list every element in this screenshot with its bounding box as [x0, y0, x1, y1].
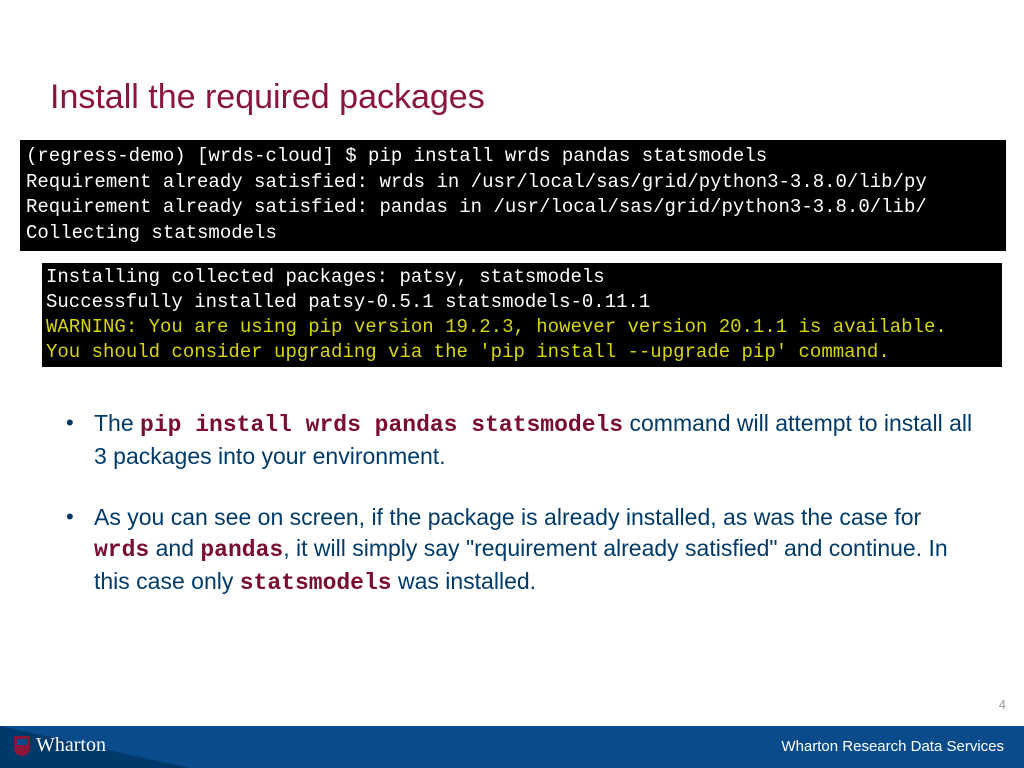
bullet-text: As you can see on screen, if the package…: [94, 504, 921, 530]
page-number: 4: [999, 697, 1006, 712]
terminal-warning-line: WARNING: You are using pip version 19.2.…: [46, 315, 998, 340]
terminal-line: Requirement already satisfied: pandas in…: [26, 195, 1000, 221]
inline-code: pandas: [200, 537, 283, 563]
footer-brand: Wharton: [14, 734, 106, 757]
bullet-text: The: [94, 410, 140, 436]
terminal-line: Installing collected packages: patsy, st…: [46, 265, 998, 290]
terminal-output-2: Installing collected packages: patsy, st…: [42, 263, 1002, 367]
terminal-warning-line: You should consider upgrading via the 'p…: [46, 340, 998, 365]
bullet-text: was installed.: [392, 568, 536, 594]
terminal-line: (regress-demo) [wrds-cloud] $ pip instal…: [26, 144, 1000, 170]
terminal-output-1: (regress-demo) [wrds-cloud] $ pip instal…: [20, 140, 1006, 251]
bullet-text: and: [149, 535, 200, 561]
footer-service-text: Wharton Research Data Services: [781, 738, 1004, 755]
inline-code: statsmodels: [240, 570, 392, 596]
bullet-item: As you can see on screen, if the package…: [66, 502, 976, 599]
bullet-list: The pip install wrds pandas statsmodels …: [66, 408, 976, 629]
inline-code: pip install wrds pandas statsmodels: [140, 412, 623, 438]
footer-bar: Wharton Wharton Research Data Services: [0, 726, 1024, 768]
slide-title: Install the required packages: [50, 78, 485, 117]
inline-code: wrds: [94, 537, 149, 563]
terminal-line: Successfully installed patsy-0.5.1 stats…: [46, 290, 998, 315]
slide: Install the required packages (regress-d…: [0, 0, 1024, 768]
bullet-item: The pip install wrds pandas statsmodels …: [66, 408, 976, 472]
terminal-line: Requirement already satisfied: wrds in /…: [26, 170, 1000, 196]
terminal-line: Collecting statsmodels: [26, 221, 1000, 247]
brand-text: Wharton: [36, 734, 106, 757]
shield-icon: [14, 736, 30, 756]
